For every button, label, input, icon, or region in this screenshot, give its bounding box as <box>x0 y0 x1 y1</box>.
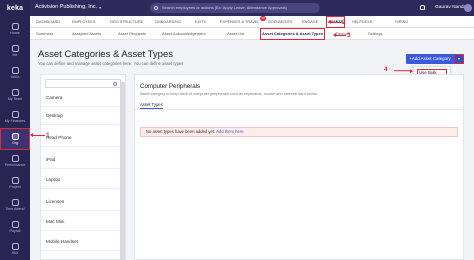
annotation-arrow-4 <box>394 70 410 72</box>
tab-onboarding[interactable]: ONBOARDING <box>155 16 181 28</box>
module-tabs: DASHBOARD EMPLOYEES ORG STRUCTURE ONBOAR… <box>30 16 474 28</box>
expenses-badge: 10 <box>260 16 266 21</box>
rail-item-performance[interactable]: Performance <box>0 150 30 172</box>
category-detail-panel: Computer Peripherals Asset category to k… <box>134 74 464 260</box>
annotation-number-3: 3 <box>347 32 351 39</box>
annotation-arrow-3 <box>333 32 346 38</box>
category-title: Computer Peripherals <box>140 83 201 90</box>
subtab-summary[interactable]: Summary <box>36 28 53 40</box>
subtab-settings[interactable]: Settings <box>368 28 382 40</box>
subtab-asset-requests[interactable]: Asset Requests <box>118 28 146 40</box>
company-switcher[interactable]: Activision Publishing, Inc. ▾ <box>35 4 101 10</box>
app-root: keka Home Me Inbox My Team My Finances O… <box>0 0 474 260</box>
annotation-number-4: 4 <box>384 66 388 73</box>
rail-item-home[interactable]: Home <box>0 18 30 40</box>
annotation-number-2: 2 <box>342 19 346 26</box>
home-icon <box>11 23 19 30</box>
rail-item-time-attend[interactable]: Time Attend <box>0 194 30 216</box>
add-them-link[interactable]: Add them here <box>216 129 243 134</box>
wallet-icon <box>11 111 19 118</box>
team-icon <box>11 89 19 96</box>
annotation-number-1: 1 <box>46 132 50 139</box>
avatar[interactable] <box>464 4 472 12</box>
inbox-icon <box>11 67 19 74</box>
rail-item-me[interactable]: Me <box>0 40 30 62</box>
category-description: Asset category to keep track of computer… <box>140 92 317 96</box>
rail-item-hire[interactable]: Hire <box>0 238 30 260</box>
person-icon <box>11 45 19 52</box>
subtab-assigned-assets[interactable]: Assigned Assets <box>72 28 101 40</box>
empty-notice: No asset types have been added yet. Add … <box>140 127 458 137</box>
add-asset-category-button[interactable]: +Add Asset Category <box>406 54 454 64</box>
rail-item-project[interactable]: Project <box>0 172 30 194</box>
subtab-asset-acknowledgement[interactable]: Asset Acknowledgement <box>162 28 206 40</box>
tab-asset-types[interactable]: Asset Types <box>140 102 163 109</box>
list-item[interactable]: Licenses <box>41 195 121 211</box>
tab-exits[interactable]: EXITS <box>195 16 206 28</box>
rail-item-my-team[interactable]: My Team <box>0 84 30 106</box>
left-rail: keka Home Me Inbox My Team My Finances O… <box>0 0 30 260</box>
tab-dashboard[interactable]: DASHBOARD <box>36 16 60 28</box>
rail-item-org[interactable]: Org <box>0 128 30 150</box>
org-icon <box>11 133 19 140</box>
annotation-arrow-2 <box>328 19 341 25</box>
list-item[interactable]: Desktop <box>41 109 121 125</box>
list-item[interactable]: Camera <box>41 91 121 107</box>
category-list: Camera Desktop Head Phone iPad Laptop Li… <box>40 74 126 260</box>
tab-hiring[interactable]: HIRING <box>395 16 408 28</box>
category-search-input[interactable] <box>45 79 121 88</box>
payroll-icon <box>11 221 19 228</box>
rail-item-inbox[interactable]: Inbox <box>0 62 30 84</box>
annotation-arrow-1 <box>30 132 45 138</box>
bell-icon[interactable] <box>420 5 425 10</box>
sub-tabs: Summary Assigned Assets Asset Requests A… <box>30 28 474 40</box>
tab-employees[interactable]: EMPLOYEES <box>72 16 95 28</box>
tab-expenses-travel[interactable]: EXPENSES & TRAVEL <box>220 16 260 28</box>
list-item[interactable]: Head Phone <box>41 131 121 147</box>
chart-icon <box>11 155 19 162</box>
rail-item-payroll[interactable]: Payroll <box>0 216 30 238</box>
briefcase-icon <box>11 177 19 184</box>
category-scrollbar[interactable] <box>120 82 125 260</box>
list-item[interactable]: Laptop <box>41 173 121 189</box>
tab-helpdesk[interactable]: HELPDESK <box>352 16 372 28</box>
subtab-asset-list[interactable]: Asset List <box>227 28 244 40</box>
list-item[interactable]: Mobile Handset <box>41 235 121 251</box>
hire-icon <box>11 243 19 250</box>
list-item[interactable]: Mac Mini <box>41 215 121 231</box>
add-dropdown-toggle[interactable]: ▾ <box>454 54 464 64</box>
keka-logo: keka <box>6 4 24 12</box>
tab-org-structure[interactable]: ORG STRUCTURE <box>110 16 143 28</box>
tab-documents[interactable]: DOCUMENTS <box>268 16 292 28</box>
tab-engage[interactable]: ENGAGE <box>302 16 318 28</box>
page-title: Asset Categories & Asset Types <box>38 49 174 60</box>
search-icon <box>154 6 158 10</box>
rail-item-my-finances[interactable]: My Finances <box>0 106 30 128</box>
top-bar: Activision Publishing, Inc. ▾ Search empl… <box>30 0 474 16</box>
list-item[interactable]: iPad <box>41 153 121 169</box>
subtab-asset-categories[interactable]: Asset Categories & Asset Types <box>260 28 325 40</box>
chevron-down-icon: ▾ <box>99 4 102 10</box>
clock-icon <box>11 199 19 206</box>
divider <box>135 109 463 110</box>
page-description: You can define and manage asset categori… <box>38 61 184 66</box>
global-search-input[interactable]: Search employees or actions (Ex: Apply L… <box>150 3 320 13</box>
search-icon <box>113 82 117 86</box>
chevron-down-icon: ▾ <box>457 56 460 61</box>
